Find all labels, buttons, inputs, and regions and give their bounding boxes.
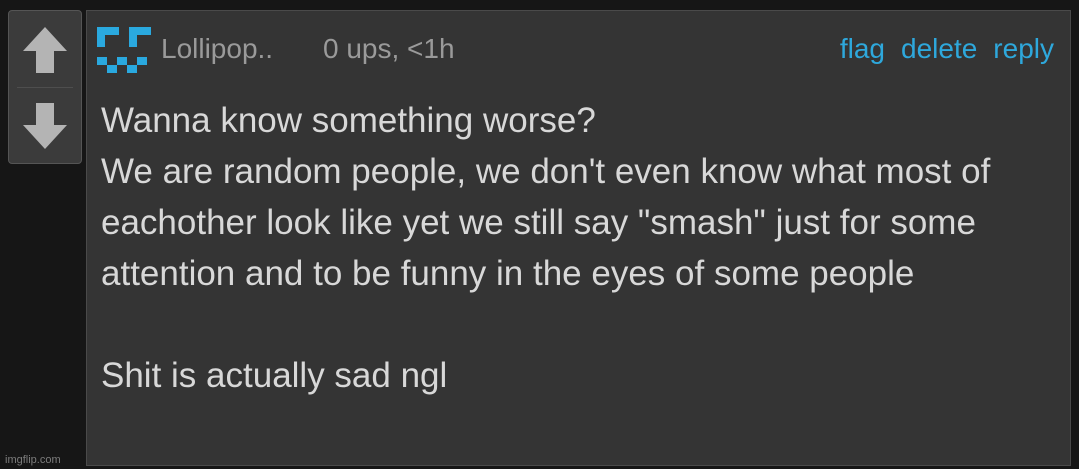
vote-divider — [17, 87, 73, 88]
arrow-down-icon — [23, 103, 67, 149]
pixel-face-avatar[interactable] — [97, 25, 151, 79]
arrow-up-icon — [23, 27, 67, 73]
comment-body: Wanna know something worse? We are rando… — [101, 101, 991, 395]
comment-actions: flag delete reply — [840, 31, 1054, 67]
upvote-button[interactable] — [9, 13, 81, 87]
username-link[interactable]: Lollipop.. — [161, 31, 273, 67]
comment-card: Lollipop.. 0 ups, <1h flag delete reply … — [86, 10, 1071, 466]
vote-panel — [8, 10, 82, 164]
reply-link[interactable]: reply — [993, 31, 1054, 67]
downvote-button[interactable] — [9, 89, 81, 163]
delete-link[interactable]: delete — [901, 31, 977, 67]
comment-meta: 0 ups, <1h — [323, 33, 455, 64]
imgflip-watermark: imgflip.com — [5, 454, 61, 466]
flag-link[interactable]: flag — [840, 31, 885, 67]
